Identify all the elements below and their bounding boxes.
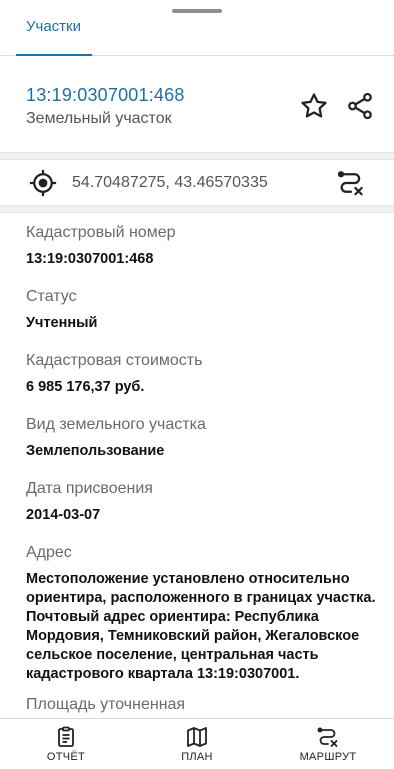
nav-plan-label: ПЛАН xyxy=(181,751,213,763)
field-address: Адрес Местоположение установлено относит… xyxy=(26,544,376,684)
tab-parcels[interactable]: Участки xyxy=(26,18,81,35)
field-cadastral-number: Кадастровый номер 13:19:0307001:468 xyxy=(26,224,376,267)
bottom-navigation: ОТЧЁТ ПЛАН МАРШРУТ xyxy=(0,718,394,769)
field-assigned-date: Дата присвоения 2014-03-07 xyxy=(26,480,376,523)
nav-plan-button[interactable]: ПЛАН xyxy=(147,719,247,769)
parcel-type: Земельный участок xyxy=(26,110,172,127)
field-label: Вид земельного участка xyxy=(26,416,206,433)
field-value: 6 985 176,37 руб. xyxy=(26,379,145,395)
field-value: Учтенный xyxy=(26,315,98,331)
star-icon[interactable] xyxy=(299,91,329,121)
field-area: Площадь уточненная xyxy=(26,696,376,714)
share-icon[interactable] xyxy=(345,91,375,121)
coordinates-text[interactable]: 54.70487275, 43.46570335 xyxy=(72,174,268,192)
field-label: Кадастровая стоимость xyxy=(26,352,203,369)
field-value: 2014-03-07 xyxy=(26,507,101,523)
section-divider-2 xyxy=(0,205,394,213)
section-divider xyxy=(0,152,394,160)
field-label: Кадастровый номер xyxy=(26,224,176,241)
nav-report-button[interactable]: ОТЧЁТ xyxy=(16,719,116,769)
field-status: Статус Учтенный xyxy=(26,288,376,331)
nav-route-label: МАРШРУТ xyxy=(299,751,357,763)
field-value: 13:19:0307001:468 xyxy=(26,251,154,267)
field-label: Статус xyxy=(26,288,77,305)
field-label: Дата присвоения xyxy=(26,480,153,497)
tab-underline xyxy=(0,54,394,56)
nav-route-button[interactable]: МАРШРУТ xyxy=(278,719,378,769)
cadastral-number-title: 13:19:0307001:468 xyxy=(26,85,185,105)
map-icon xyxy=(187,727,207,747)
field-land-use: Вид земельного участка Землепользование xyxy=(26,416,376,459)
nav-report-label: ОТЧЁТ xyxy=(46,751,86,763)
route-icon xyxy=(317,727,338,747)
crosshair-icon[interactable] xyxy=(28,168,58,198)
field-value: Землепользование xyxy=(26,443,165,459)
clipboard-icon xyxy=(58,726,74,747)
field-cadastral-value: Кадастровая стоимость 6 985 176,37 руб. xyxy=(26,352,376,395)
field-label: Адрес xyxy=(26,544,72,561)
sheet-drag-handle[interactable] xyxy=(172,9,222,13)
field-value: Местоположение установлено относительно … xyxy=(26,571,376,682)
field-label: Площадь уточненная xyxy=(26,696,186,713)
route-icon[interactable] xyxy=(336,168,366,198)
